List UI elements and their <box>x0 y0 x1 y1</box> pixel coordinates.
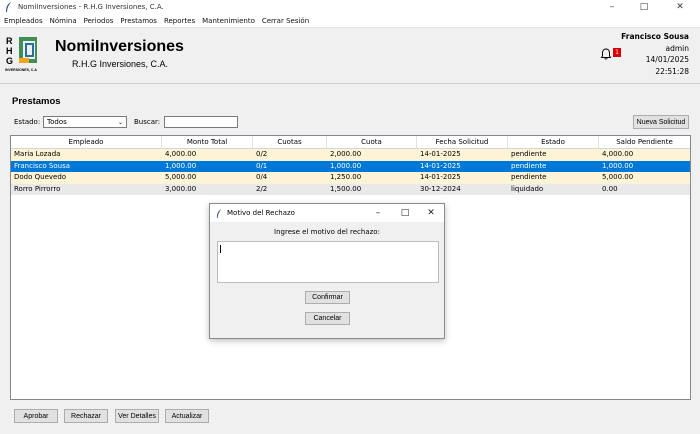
cell-estado: pendiente <box>511 161 547 170</box>
cell-monto-total: 3,000.00 <box>165 184 197 193</box>
approve-button[interactable]: Aprobar <box>14 409 58 423</box>
logo-letter-g: G <box>6 56 13 66</box>
feather-icon <box>6 2 11 12</box>
table-row[interactable]: Maria Lozada 4,000.00 0/2 2,000.00 14-01… <box>11 149 690 161</box>
current-time: 22:51:28 <box>655 66 689 76</box>
cell-saldo: 1,000.00 <box>602 161 634 170</box>
reject-button[interactable]: Rechazar <box>64 409 108 423</box>
table-row-selected[interactable]: Francisco Sousa 1,000.00 0/1 1,000.00 14… <box>11 160 690 172</box>
menu-periodos[interactable]: Periodos <box>84 17 114 25</box>
cell-estado: pendiente <box>511 150 547 158</box>
reject-reason-dialog: Motivo del Rechazo – □ ✕ Ingrese el moti… <box>209 203 445 339</box>
company-name: R.H.G Inversiones, C.A. <box>72 59 169 69</box>
cell-cuotas: 0/4 <box>256 173 268 181</box>
cell-saldo: 4,000.00 <box>602 150 634 158</box>
confirm-button[interactable]: Confirmar <box>305 291 350 304</box>
table-header: Empleado Monto Total Cuotas Cuota Fecha … <box>11 136 690 149</box>
cell-empleado: Maria Lozada <box>14 150 61 158</box>
new-request-button[interactable]: Nueva Solicitud <box>633 115 689 129</box>
maximize-icon[interactable]: □ <box>628 0 660 14</box>
buscar-label: Buscar: <box>134 118 161 126</box>
current-date: 14/01/2025 <box>645 55 689 64</box>
cell-cuota: 1,000.00 <box>330 161 362 170</box>
cell-fecha: 14-01-2025 <box>420 150 461 158</box>
menu-empleados[interactable]: Empleados <box>4 17 43 25</box>
user-name: Francisco Sousa <box>621 32 689 41</box>
refresh-button[interactable]: Actualizar <box>165 409 209 423</box>
col-cuotas[interactable]: Cuotas <box>253 136 327 148</box>
col-saldo-pendiente[interactable]: Saldo Pendiente <box>599 136 690 148</box>
cancel-button[interactable]: Cancelar <box>305 312 350 325</box>
cell-saldo: 5,000.00 <box>602 173 634 181</box>
chevron-down-icon: ⌄ <box>117 118 123 126</box>
menu-reportes[interactable]: Reportes <box>164 17 195 25</box>
details-button[interactable]: Ver Detalles <box>115 409 159 423</box>
cell-empleado: Dodo Quevedo <box>14 173 67 181</box>
estado-label: Estado: <box>14 118 41 126</box>
company-logo: R H G INVERSIONES, C.A <box>5 36 37 72</box>
feather-icon <box>216 208 222 218</box>
col-fecha-solicitud[interactable]: Fecha Solicitud <box>417 136 508 148</box>
cell-empleado: Rorro Pirrorro <box>14 184 61 193</box>
estado-select[interactable]: Todos ⌄ <box>43 116 127 128</box>
cell-fecha: 30-12-2024 <box>420 184 461 193</box>
minimize-icon[interactable]: – <box>366 204 390 222</box>
user-info: Francisco Sousa admin 14/01/2025 22:51:2… <box>621 31 689 77</box>
cell-fecha: 14-01-2025 <box>420 173 461 181</box>
close-icon[interactable]: ✕ <box>419 204 443 222</box>
logo-letter-h: H <box>6 46 13 56</box>
menubar: Empleados Nómina Periodos Prestamos Repo… <box>0 14 700 28</box>
col-empleado[interactable]: Empleado <box>11 136 162 148</box>
maximize-icon[interactable]: □ <box>393 204 417 222</box>
window-titlebar: NomiInversiones - R.H.G Inversiones, C.A… <box>0 0 700 14</box>
menu-mantenimiento[interactable]: Mantenimiento <box>202 17 255 25</box>
reason-textarea[interactable] <box>217 241 439 283</box>
cell-cuota: 1,500.00 <box>330 184 362 193</box>
cell-empleado: Francisco Sousa <box>14 161 71 170</box>
cell-estado: pendiente <box>511 173 547 181</box>
cell-cuotas: 0/2 <box>256 150 268 158</box>
col-estado[interactable]: Estado <box>508 136 599 148</box>
cell-cuota: 1,250.00 <box>330 173 362 181</box>
col-cuota[interactable]: Cuota <box>327 136 417 148</box>
text-caret <box>220 245 221 253</box>
notification-badge: 1 <box>613 48 621 57</box>
dialog-titlebar: Motivo del Rechazo – □ ✕ <box>210 204 444 222</box>
cell-monto-total: 5,000.00 <box>165 173 197 181</box>
col-monto-total[interactable]: Monto Total <box>162 136 253 148</box>
logo-caption: INVERSIONES, C.A <box>5 68 37 72</box>
page-title: Prestamos <box>12 96 61 107</box>
window-title: NomiInversiones - R.H.G Inversiones, C.A… <box>18 3 164 11</box>
cell-cuotas: 0/1 <box>256 161 268 170</box>
search-input[interactable] <box>164 116 238 128</box>
estado-select-value: Todos <box>47 118 67 126</box>
header-divider <box>0 83 700 84</box>
app-name: NomiInversiones <box>55 38 184 55</box>
cell-fecha: 14-01-2025 <box>420 161 461 170</box>
user-role: admin <box>665 43 690 53</box>
menu-prestamos[interactable]: Prestamos <box>120 17 157 25</box>
logo-letter-r: R <box>6 36 13 46</box>
cell-estado: liquidado <box>511 184 544 193</box>
table-row[interactable]: Rorro Pirrorro 3,000.00 2/2 1,500.00 30-… <box>11 183 690 195</box>
menu-cerrar-sesion[interactable]: Cerrar Sesión <box>262 17 309 25</box>
bell-icon[interactable] <box>600 48 612 60</box>
minimize-icon[interactable]: – <box>596 0 628 14</box>
cell-cuotas: 2/2 <box>256 184 268 193</box>
cell-cuota: 2,000.00 <box>330 150 362 158</box>
cell-monto-total: 1,000.00 <box>165 161 197 170</box>
dialog-title: Motivo del Rechazo <box>227 209 295 217</box>
table-row[interactable]: Dodo Quevedo 5,000.00 0/4 1,250.00 14-01… <box>11 172 690 184</box>
cell-monto-total: 4,000.00 <box>165 150 197 158</box>
cell-saldo: 0.00 <box>602 184 618 193</box>
dialog-prompt: Ingrese el motivo del rechazo: <box>274 228 380 236</box>
menu-nomina[interactable]: Nómina <box>50 17 77 25</box>
close-icon[interactable]: ✕ <box>664 0 696 14</box>
